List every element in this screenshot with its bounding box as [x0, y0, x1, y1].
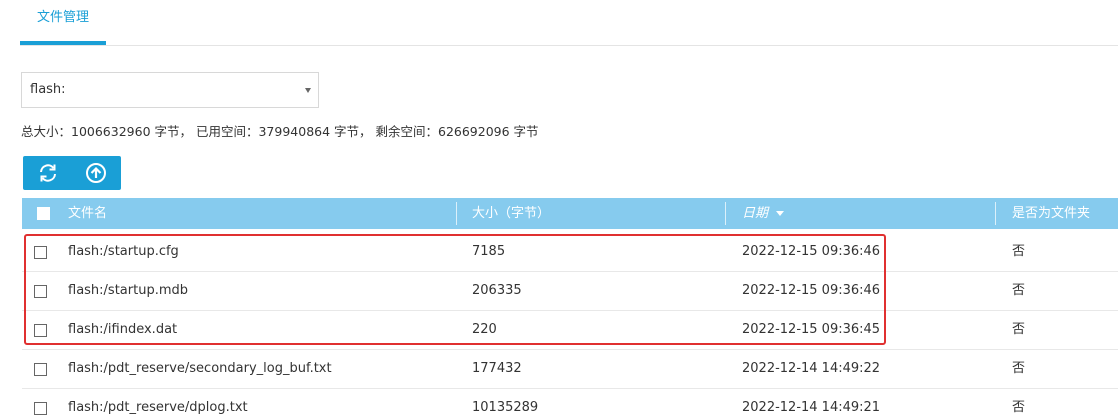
row-checkbox[interactable]	[34, 363, 47, 376]
file-size: 7185	[472, 244, 506, 259]
table-header: 文件名 大小（字节） 日期 是否为文件夹	[22, 198, 1118, 229]
file-size: 220	[472, 322, 497, 337]
file-is-folder: 否	[1012, 400, 1026, 415]
column-header-size[interactable]: 大小（字节）	[472, 198, 550, 229]
file-name: flash:/startup.cfg	[68, 244, 179, 259]
table-row[interactable]: flash:/pdt_reserve/secondary_log_buf.txt…	[22, 350, 1118, 389]
column-header-name[interactable]: 文件名	[68, 198, 107, 229]
file-is-folder: 否	[1012, 322, 1026, 337]
upload-button[interactable]	[74, 156, 118, 190]
file-is-folder: 否	[1012, 361, 1026, 376]
file-date: 2022-12-15 09:36:46	[742, 244, 881, 259]
file-date: 2022-12-14 14:49:22	[742, 361, 881, 376]
table-row[interactable]: flash:/startup.mdb 206335 2022-12-15 09:…	[22, 272, 1118, 311]
tab-bar: 文件管理	[20, 0, 1118, 46]
column-divider	[725, 202, 726, 225]
refresh-icon	[40, 164, 56, 182]
column-header-date[interactable]: 日期	[742, 198, 785, 229]
table-row[interactable]: flash:/startup.cfg 7185 2022-12-15 09:36…	[22, 233, 1118, 272]
table-row[interactable]: flash:/pdt_reserve/dplog.txt 10135289 20…	[22, 389, 1118, 419]
column-header-is-folder[interactable]: 是否为文件夹	[1012, 198, 1090, 229]
row-checkbox[interactable]	[34, 285, 47, 298]
upload-icon	[86, 163, 106, 183]
chevron-down-icon	[305, 88, 311, 93]
storage-summary: 总大小：1006632960 字节， 已用空间：379940864 字节， 剩余…	[21, 124, 539, 139]
tab-file-management[interactable]: 文件管理	[20, 0, 106, 45]
row-checkbox[interactable]	[34, 246, 47, 259]
file-name: flash:/ifindex.dat	[68, 322, 178, 337]
file-size: 10135289	[472, 400, 539, 415]
file-name: flash:/pdt_reserve/secondary_log_buf.txt	[68, 361, 332, 376]
table-row[interactable]: flash:/ifindex.dat 220 2022-12-15 09:36:…	[22, 311, 1118, 350]
file-management-page: 文件管理 flash: 总大小：1006632960 字节， 已用空间：3799…	[0, 0, 1118, 419]
file-date: 2022-12-14 14:49:21	[742, 400, 881, 415]
column-header-date-label: 日期	[742, 206, 769, 221]
file-is-folder: 否	[1012, 244, 1026, 259]
file-date: 2022-12-15 09:36:45	[742, 322, 881, 337]
storage-select-value: flash:	[30, 82, 66, 97]
file-size: 206335	[472, 283, 522, 298]
toolbar	[23, 156, 121, 190]
file-name: flash:/startup.mdb	[68, 283, 188, 298]
sort-desc-icon	[776, 211, 785, 216]
row-checkbox[interactable]	[34, 324, 47, 337]
file-name: flash:/pdt_reserve/dplog.txt	[68, 400, 248, 415]
select-all-checkbox[interactable]	[37, 207, 50, 220]
storage-select[interactable]: flash:	[21, 72, 319, 108]
file-is-folder: 否	[1012, 283, 1026, 298]
column-divider	[995, 202, 996, 225]
column-divider	[456, 202, 457, 225]
row-checkbox[interactable]	[34, 402, 47, 415]
file-date: 2022-12-15 09:36:46	[742, 283, 881, 298]
file-table: 文件名 大小（字节） 日期 是否为文件夹 flash:/startup.cfg …	[22, 198, 1118, 419]
refresh-button[interactable]	[26, 156, 70, 190]
file-size: 177432	[472, 361, 522, 376]
